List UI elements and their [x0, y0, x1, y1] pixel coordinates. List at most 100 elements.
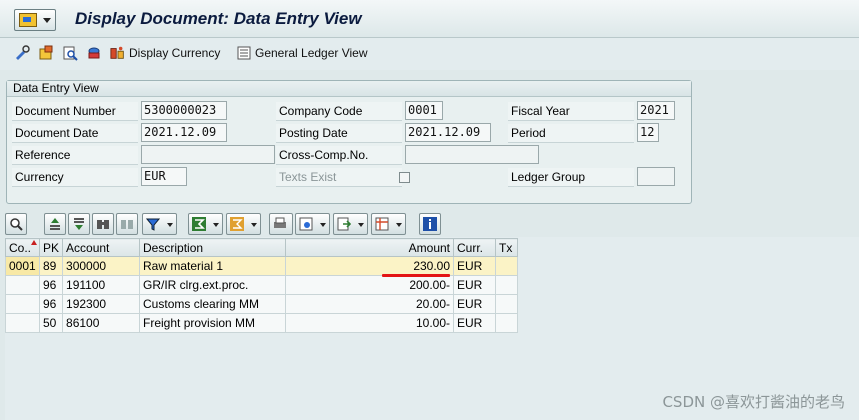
filter-icon [146, 218, 160, 231]
layout-button[interactable] [371, 213, 406, 235]
table-row[interactable]: 50 86100 Freight provision MM 10.00- EUR [5, 313, 519, 333]
company-code-cell[interactable] [5, 294, 40, 314]
document-number-label: Document Number [12, 102, 138, 121]
fiscal-year-label: Fiscal Year [508, 102, 634, 121]
display-currency-icon[interactable] [110, 45, 126, 61]
chevron-down-icon [167, 223, 173, 227]
column-header-pk[interactable]: PK [38, 238, 64, 257]
column-header-account[interactable]: Account [62, 238, 141, 257]
period-label: Period [508, 124, 634, 143]
filter-button[interactable] [142, 213, 177, 235]
document-number-field[interactable]: 5300000023 [141, 101, 227, 120]
tax-cell[interactable] [495, 313, 519, 333]
texts-exist-label: Texts Exist [276, 168, 402, 187]
display-change-icon[interactable] [14, 45, 30, 61]
taxes-icon[interactable] [86, 45, 102, 61]
ledger-group-label: Ledger Group [508, 168, 634, 187]
column-header-currency[interactable]: Curr. [453, 238, 497, 257]
amount-cell[interactable]: 230.00 [285, 256, 455, 276]
sort-indicator-icon [31, 240, 37, 245]
posting-key-cell[interactable]: 96 [38, 275, 64, 295]
reference-field[interactable] [141, 145, 275, 164]
chevron-down-icon [320, 223, 326, 227]
posting-key-cell[interactable]: 96 [38, 294, 64, 314]
window-title: Display Document: Data Entry View [75, 9, 362, 28]
panel-title: Data Entry View [7, 81, 691, 97]
tax-cell[interactable] [495, 275, 519, 295]
description-cell[interactable]: GR/IR clrg.ext.proc. [139, 275, 287, 295]
alv-toolbar [5, 213, 446, 235]
table-row[interactable]: 0001 89 300000 Raw material 1 230.00 EUR [5, 256, 519, 276]
sort-descending-button[interactable] [68, 213, 90, 235]
period-field[interactable]: 12 [637, 123, 659, 142]
company-code-cell[interactable]: 0001 [5, 256, 40, 276]
column-header-amount[interactable]: Amount [285, 238, 455, 257]
table-row[interactable]: 96 192300 Customs clearing MM 20.00- EUR [5, 294, 519, 314]
find-icon[interactable] [62, 45, 78, 61]
amount-cell[interactable]: 10.00- [285, 313, 455, 333]
column-header-tax[interactable]: Tx [495, 238, 519, 257]
account-cell[interactable]: 300000 [62, 256, 141, 276]
sort-ascending-button[interactable] [44, 213, 66, 235]
general-ledger-view-icon[interactable] [236, 45, 252, 61]
subtotal-icon [230, 217, 244, 231]
currency-field[interactable]: EUR [141, 167, 187, 186]
column-header-description[interactable]: Description [139, 238, 287, 257]
menu-icon [19, 13, 37, 27]
watermark: CSDN @喜欢打酱油的老鸟 [662, 393, 845, 411]
print-preview-button[interactable] [269, 213, 293, 235]
description-cell[interactable]: Raw material 1 [139, 256, 287, 276]
views-button[interactable] [295, 213, 330, 235]
description-cell[interactable]: Customs clearing MM [139, 294, 287, 314]
company-code-field[interactable]: 0001 [405, 101, 443, 120]
company-code-cell[interactable] [5, 275, 40, 295]
system-menu-button[interactable] [14, 9, 56, 31]
export-icon [337, 217, 351, 231]
general-ledger-view-button[interactable]: General Ledger View [255, 46, 368, 60]
tax-cell[interactable] [495, 256, 519, 276]
document-overview-icon[interactable] [38, 45, 54, 61]
currency-cell[interactable]: EUR [453, 313, 497, 333]
fiscal-year-field[interactable]: 2021 [637, 101, 675, 120]
chevron-down-icon [358, 223, 364, 227]
layout-icon [375, 217, 389, 231]
account-cell[interactable]: 192300 [62, 294, 141, 314]
amount-cell[interactable]: 200.00- [285, 275, 455, 295]
display-currency-button[interactable]: Display Currency [129, 46, 220, 60]
ledger-group-field[interactable] [637, 167, 675, 186]
info-icon [423, 217, 437, 231]
amount-cell[interactable]: 20.00- [285, 294, 455, 314]
sort-descending-icon [74, 218, 84, 230]
tax-cell[interactable] [495, 294, 519, 314]
total-button[interactable] [188, 213, 223, 235]
currency-label: Currency [12, 168, 138, 187]
find-next-icon [121, 220, 133, 229]
currency-cell[interactable]: EUR [453, 256, 497, 276]
currency-cell[interactable]: EUR [453, 275, 497, 295]
application-toolbar: Display Currency General Ledger View [0, 38, 859, 70]
account-cell[interactable]: 86100 [62, 313, 141, 333]
posting-date-label: Posting Date [276, 124, 402, 143]
posting-date-field[interactable]: 2021.12.09 [405, 123, 491, 142]
information-button[interactable] [419, 213, 441, 235]
cross-comp-field[interactable] [405, 145, 539, 164]
account-cell[interactable]: 191100 [62, 275, 141, 295]
document-date-field[interactable]: 2021.12.09 [141, 123, 227, 142]
sort-ascending-icon [50, 218, 60, 230]
column-header-company[interactable]: Co.. [5, 238, 40, 257]
subtotals-button[interactable] [226, 213, 261, 235]
find-button[interactable] [92, 213, 114, 235]
chevron-down-icon [213, 223, 219, 227]
find-next-button[interactable] [116, 213, 138, 235]
currency-cell[interactable]: EUR [453, 294, 497, 314]
detail-button[interactable] [5, 213, 27, 235]
posting-key-cell[interactable]: 89 [38, 256, 64, 276]
texts-exist-checkbox[interactable] [399, 172, 410, 183]
table-row[interactable]: 96 191100 GR/IR clrg.ext.proc. 200.00- E… [5, 275, 519, 295]
company-code-cell[interactable] [5, 313, 40, 333]
company-code-label: Company Code [276, 102, 402, 121]
views-icon [299, 217, 313, 231]
posting-key-cell[interactable]: 50 [38, 313, 64, 333]
export-button[interactable] [333, 213, 368, 235]
description-cell[interactable]: Freight provision MM [139, 313, 287, 333]
